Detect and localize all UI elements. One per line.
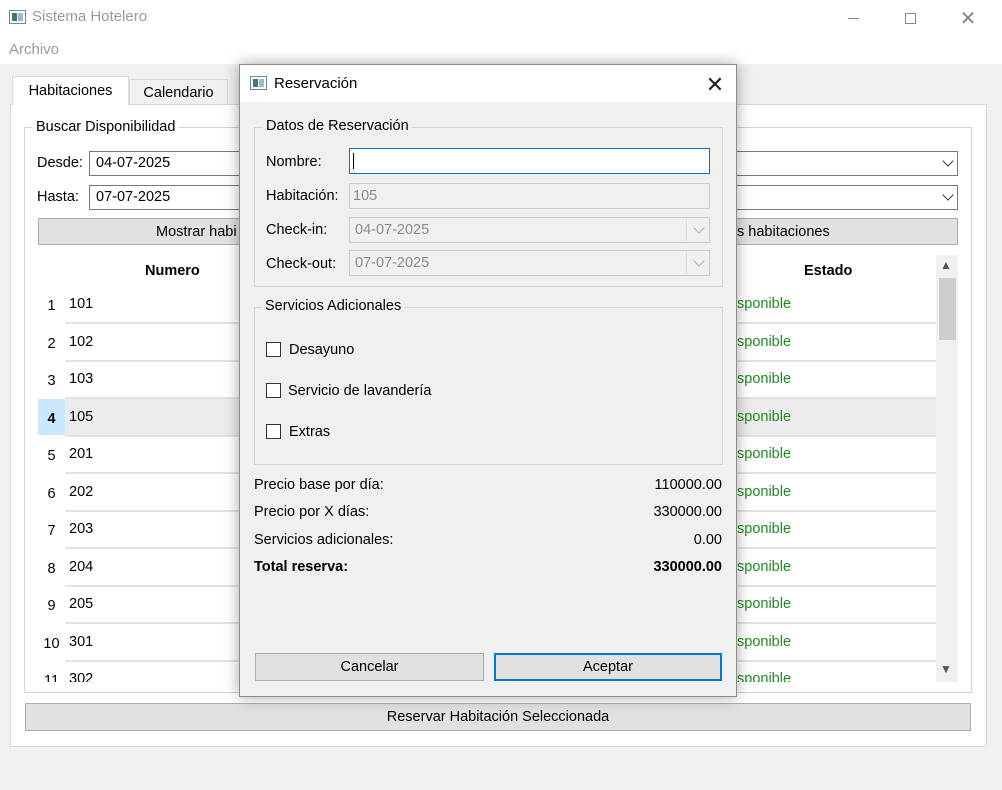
precio-base-value: 110000.00	[654, 477, 722, 493]
row-header-number[interactable]: 3	[38, 373, 65, 389]
show-available-button[interactable]: Mostrar habi	[156, 224, 237, 240]
habitacion-field: 105	[349, 183, 710, 209]
checkout-date-picker: 07-07-2025	[349, 250, 710, 276]
row-header-number[interactable]: 1	[38, 298, 65, 314]
divider	[686, 252, 687, 274]
lavanderia-checkbox[interactable]	[266, 383, 281, 398]
cell-numero[interactable]: 301	[69, 634, 93, 650]
window-title: Sistema Hotelero	[32, 8, 148, 25]
divider	[686, 219, 687, 241]
chevron-down-icon	[694, 257, 704, 267]
row-header-number[interactable]: 9	[38, 598, 65, 614]
cell-numero[interactable]: 102	[69, 334, 93, 350]
minimize-button[interactable]	[824, 0, 882, 36]
cell-estado[interactable]: sponible	[737, 371, 791, 387]
hasta-label: Hasta:	[37, 189, 79, 205]
servicios-label: Servicios Adicionales	[262, 298, 405, 314]
column-header-estado[interactable]: Estado	[804, 263, 852, 279]
row-header-number[interactable]: 11	[38, 673, 65, 682]
checkin-date-picker: 04-07-2025	[349, 217, 710, 243]
servicios-adicionales-label: Servicios adicionales:	[254, 532, 394, 548]
column-header-numero[interactable]: Numero	[145, 263, 200, 279]
cell-estado[interactable]: sponible	[737, 521, 791, 537]
nombre-label: Nombre:	[266, 154, 322, 170]
menu-bar	[0, 36, 1002, 64]
dialog-close-icon[interactable]: ✕	[705, 72, 725, 98]
datos-reservacion-label: Datos de Reservación	[263, 118, 412, 134]
menu-archivo[interactable]: Archivo	[9, 41, 59, 58]
extras-label[interactable]: Extras	[289, 424, 330, 440]
accept-button[interactable]: Aceptar	[494, 653, 722, 681]
row-header-number[interactable]: 6	[38, 486, 65, 502]
desayuno-checkbox[interactable]	[266, 342, 281, 357]
chevron-down-icon	[694, 224, 704, 234]
cell-numero[interactable]: 205	[69, 596, 93, 612]
row-header-number[interactable]: 8	[38, 561, 65, 577]
maximize-icon	[904, 12, 916, 24]
scroll-down-arrow-icon[interactable]: ▼	[940, 662, 952, 676]
row-header-number[interactable]: 5	[38, 448, 65, 464]
dialog-app-icon	[250, 76, 267, 90]
checkin-value: 04-07-2025	[355, 222, 430, 238]
cell-estado[interactable]: sponible	[737, 296, 791, 312]
cancel-button[interactable]: Cancelar	[255, 653, 484, 681]
maximize-button[interactable]	[881, 0, 939, 36]
cell-numero[interactable]: 105	[69, 409, 93, 425]
cell-numero[interactable]: 302	[69, 671, 93, 682]
lavanderia-label[interactable]: Servicio de lavandería	[288, 383, 431, 399]
cell-numero[interactable]: 204	[69, 559, 93, 575]
total-label: Total reserva:	[254, 559, 349, 575]
checkout-label: Check-out:	[266, 256, 337, 272]
row-header-number[interactable]: 4	[38, 411, 65, 427]
cell-numero[interactable]: 203	[69, 521, 93, 537]
desayuno-label[interactable]: Desayuno	[289, 342, 354, 358]
precio-dias-label: Precio por X días:	[254, 504, 370, 520]
tab-calendario[interactable]: Calendario	[129, 79, 228, 105]
cell-estado[interactable]: sponible	[737, 559, 791, 575]
checkin-label: Check-in:	[266, 222, 328, 238]
desde-date-value: 04-07-2025	[96, 155, 171, 171]
hasta-date-value: 07-07-2025	[96, 189, 171, 205]
dialog-title: Reservación	[274, 75, 358, 92]
tab-habitaciones[interactable]: Habitaciones	[12, 76, 129, 106]
precio-base-label: Precio base por día:	[254, 477, 384, 493]
text-cursor	[353, 153, 354, 169]
close-button[interactable]: ✕	[939, 0, 997, 36]
desde-label: Desde:	[37, 155, 83, 171]
cell-numero[interactable]: 202	[69, 484, 93, 500]
precio-dias-value: 330000.00	[653, 504, 722, 520]
chevron-down-icon	[943, 157, 953, 167]
scroll-up-arrow-icon[interactable]: ▲	[940, 258, 952, 272]
cell-numero[interactable]: 103	[69, 371, 93, 387]
extras-checkbox[interactable]	[266, 424, 281, 439]
show-all-button[interactable]: s habitaciones	[737, 224, 830, 240]
cell-estado[interactable]: sponible	[737, 484, 791, 500]
row-header-number[interactable]: 7	[38, 523, 65, 539]
cell-estado[interactable]: sponible	[737, 671, 791, 682]
cell-numero[interactable]: 101	[69, 296, 93, 312]
cell-estado[interactable]: sponible	[737, 409, 791, 425]
minimize-icon	[847, 17, 859, 19]
cell-estado[interactable]: sponible	[737, 334, 791, 350]
checkout-value: 07-07-2025	[355, 255, 430, 271]
row-header-number[interactable]: 10	[38, 636, 65, 652]
nombre-input[interactable]	[349, 148, 710, 174]
servicios-adicionales-value: 0.00	[693, 532, 722, 548]
reserve-room-button[interactable]: Reservar Habitación Seleccionada	[25, 703, 971, 731]
habitacion-label: Habitación:	[266, 188, 339, 204]
close-icon: ✕	[959, 7, 977, 30]
total-value: 330000.00	[653, 559, 722, 575]
cell-numero[interactable]: 201	[69, 446, 93, 462]
row-header-number[interactable]: 2	[38, 336, 65, 352]
cell-estado[interactable]: sponible	[737, 634, 791, 650]
search-group-label: Buscar Disponibilidad	[32, 119, 180, 135]
chevron-down-icon	[943, 191, 953, 201]
cell-estado[interactable]: sponible	[737, 596, 791, 612]
cell-estado[interactable]: sponible	[737, 446, 791, 462]
row-header-column	[38, 255, 65, 682]
app-icon	[9, 10, 26, 24]
scrollbar-thumb[interactable]	[939, 278, 956, 340]
